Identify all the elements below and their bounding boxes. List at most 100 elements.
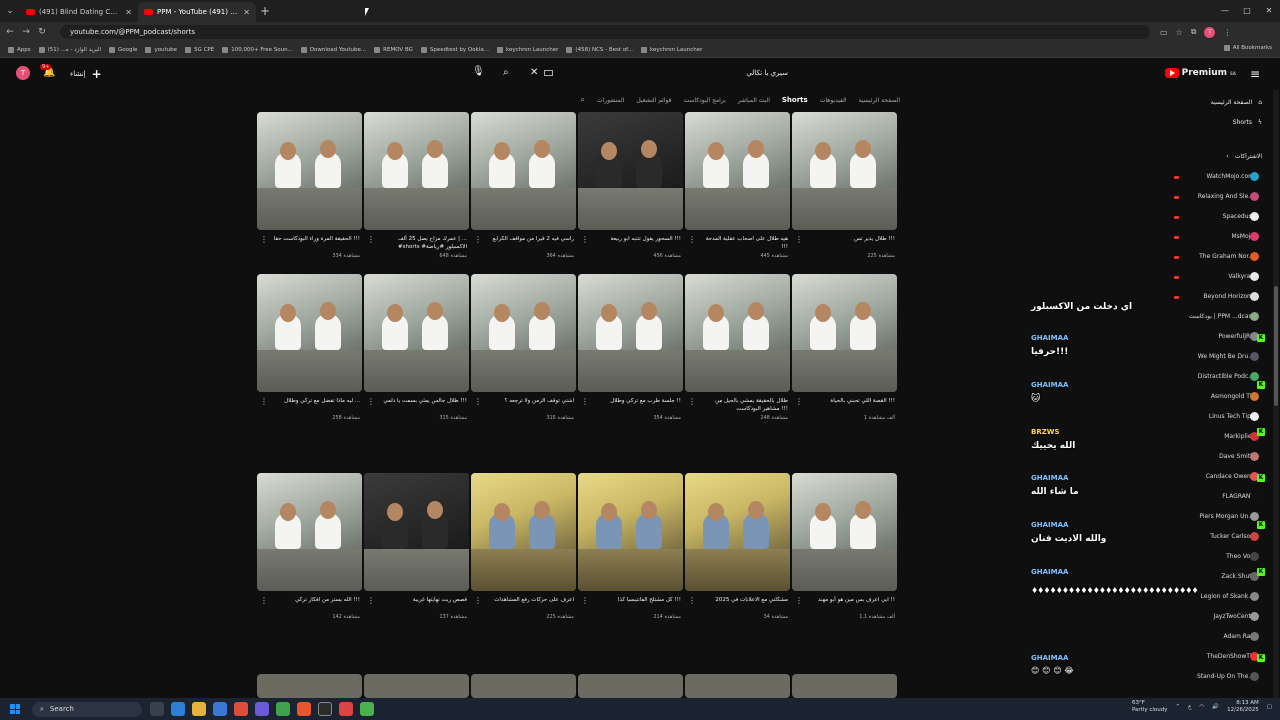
bookmark-item[interactable]: REMOV BG — [374, 46, 413, 53]
tab-posts[interactable]: المنشورات — [597, 97, 624, 104]
short-title[interactable]: راسي فيه 2 قيرا من مواقف الكرابع — [486, 235, 574, 243]
forward-arrow-icon[interactable]: → — [20, 27, 32, 37]
tab-playlists[interactable]: قوائم التشغيل — [636, 97, 671, 104]
extensions-icon[interactable]: ⧉ — [1191, 27, 1197, 37]
short-thumbnail[interactable] — [792, 473, 897, 591]
new-tab-plus-icon[interactable]: + — [256, 4, 274, 18]
short-card[interactable]: ⋮ عمرك مزاح يصل 25 ألف | ... #shorts #الا… — [364, 112, 471, 271]
short-card[interactable]: ⋮ القصة اللي تحبني بالحياة !!! 1 ألف مشاهد… — [792, 274, 899, 433]
short-card[interactable]: ⋮ ابي اعرف بس مين هو أبو مهند !! 1.1 ألف م… — [792, 473, 899, 632]
short-card[interactable]: ⋮ طلال يدير تس !!! 225 مشاهدة — [792, 112, 899, 271]
menu-dots-icon[interactable]: ⋮ — [1223, 28, 1231, 37]
bookmark-item[interactable]: youtube — [145, 46, 177, 53]
more-options-icon[interactable]: ⋮ — [260, 235, 268, 244]
short-title[interactable]: كل مشتلح الفانتيسيا كذا !!! — [593, 596, 681, 604]
short-card[interactable]: ⋮ اشتي توقف الزمن ولا ترجعه ؟ 315 مشاهدة — [471, 274, 578, 433]
page-scrollbar[interactable] — [1273, 90, 1279, 700]
bookmark-item[interactable]: Speedtest by Ookla... — [420, 46, 489, 53]
tab-shorts[interactable]: Shorts — [782, 96, 808, 104]
short-thumbnail[interactable] — [364, 674, 469, 698]
short-thumbnail[interactable] — [685, 112, 790, 230]
app-icon[interactable] — [276, 702, 290, 716]
more-options-icon[interactable]: ⋮ — [581, 596, 589, 605]
short-card[interactable]: ⋮ راسي فيه 2 قيرا من مواقف الكرابع 364 مشا… — [471, 112, 578, 271]
tab-podcasts[interactable]: برامج البودكاست — [684, 97, 726, 104]
volume-icon[interactable]: 🔊 — [1212, 704, 1219, 710]
short-thumbnail[interactable] — [471, 473, 576, 591]
obs-icon[interactable] — [318, 702, 332, 716]
more-options-icon[interactable]: ⋮ — [260, 397, 268, 406]
short-thumbnail[interactable] — [685, 674, 790, 698]
bookmark-item[interactable]: Apps — [8, 46, 31, 53]
weather-widget[interactable]: 63°F Partly cloudy — [1132, 700, 1168, 714]
minimize-icon[interactable]: — — [1214, 0, 1236, 22]
subscription-item[interactable]: The Graham Nor... — [1199, 253, 1254, 260]
more-options-icon[interactable]: ⋮ — [260, 596, 268, 605]
chevron-up-icon[interactable]: ⌃ — [1176, 704, 1181, 710]
language-indicator[interactable]: ع — [1188, 704, 1191, 710]
subscriptions-header[interactable]: ‹ الاشتراكات — [1226, 153, 1262, 160]
more-options-icon[interactable]: ⋮ — [474, 397, 482, 406]
more-options-icon[interactable]: ⋮ — [474, 235, 482, 244]
app-icon[interactable] — [360, 702, 374, 716]
reload-icon[interactable]: ↻ — [36, 27, 48, 37]
short-thumbnail[interactable] — [578, 112, 683, 230]
scrollbar-thumb[interactable] — [1274, 286, 1278, 406]
short-thumbnail[interactable] — [685, 274, 790, 392]
more-options-icon[interactable]: ⋮ — [795, 596, 803, 605]
short-title[interactable]: طلال بالحقيقة يمشي بالحيل من مشاهير البو… — [700, 397, 788, 413]
store-icon[interactable] — [213, 702, 227, 716]
close-tab-icon[interactable]: ✕ — [125, 8, 132, 17]
short-thumbnail[interactable] — [364, 473, 469, 591]
short-title[interactable]: اشتي توقف الزمن ولا ترجعه ؟ — [486, 397, 574, 405]
short-title[interactable]: اعرف على حركات رفع المشاهدات — [486, 596, 574, 604]
subscription-item[interactable]: Relaxing And Sle... — [1198, 193, 1254, 200]
more-options-icon[interactable]: ⋮ — [688, 596, 696, 605]
short-card[interactable]: ⋮ مشكلتي مع الاعلانات في 2025 34 مشاهدة — [685, 473, 792, 632]
more-options-icon[interactable]: ⋮ — [795, 397, 803, 406]
profile-avatar[interactable]: T — [1204, 26, 1216, 38]
bookmark-item[interactable]: keychron Launcher — [496, 46, 558, 53]
short-thumbnail[interactable] — [257, 274, 362, 392]
short-title[interactable]: جلسة طرب مع تركي وطلال !! — [593, 397, 681, 405]
short-card[interactable]: ⋮ ليه ماذا تفضل مع تركي وطلال ... 258 مشاه… — [257, 274, 364, 433]
browser-tab-1[interactable]: (491) Blind Dating Comedian v ✕ — [20, 2, 138, 22]
short-title[interactable]: هيه طلال على اصحاب عقلية المدحة !!! — [700, 235, 788, 251]
short-thumbnail[interactable] — [578, 674, 683, 698]
taskbar-search[interactable]: ⌕ Search — [32, 701, 142, 717]
sidebar-item-shorts[interactable]: Shorts ϟ — [1233, 119, 1262, 126]
cast-icon[interactable]: ▭ — [1160, 28, 1168, 37]
short-title[interactable]: الحقيقة المرة وراء البودكاست حقا !!! — [272, 235, 360, 243]
more-options-icon[interactable]: ⋮ — [581, 235, 589, 244]
short-thumbnail[interactable] — [364, 274, 469, 392]
more-options-icon[interactable]: ⋮ — [688, 235, 696, 244]
short-thumbnail[interactable] — [792, 112, 897, 230]
channel-search-icon[interactable]: ⌕ — [580, 95, 584, 105]
short-card[interactable]: ⋮ كل مشتلح الفانتيسيا كذا !!! 214 مشاهدة — [578, 473, 685, 632]
short-thumbnail[interactable] — [257, 473, 362, 591]
bookmark-item[interactable]: (458) NCS - Best of... — [566, 46, 633, 53]
edge-icon[interactable] — [171, 702, 185, 716]
short-title[interactable]: الله يستر من افكار تركي !!! — [272, 596, 360, 604]
tab-home[interactable]: الصفحة الرئيسية — [859, 97, 900, 104]
short-card[interactable]: ⋮ جلسة طرب مع تركي وطلال !! 354 مشاهدة — [578, 274, 685, 433]
bookmark-item[interactable]: Download Youtube... — [300, 46, 366, 53]
short-thumbnail[interactable] — [471, 112, 576, 230]
youtube-premium-logo[interactable]: Premium SA — [1164, 68, 1236, 78]
sidebar-item-home[interactable]: الصفحة الرئيسية ⌂ — [1211, 99, 1262, 106]
short-card[interactable]: ⋮ طلال جالس يمثي بسمت يا دلمي !!! 315 مشاه… — [364, 274, 471, 433]
tab-videos[interactable]: الفيديوهات — [820, 97, 847, 104]
short-thumbnail[interactable] — [257, 674, 362, 698]
short-card[interactable]: ⋮ طلال بالحقيقة يمشي بالحيل من مشاهير الب… — [685, 274, 792, 433]
more-options-icon[interactable]: ⋮ — [367, 397, 375, 406]
bookmark-item[interactable]: البريد الوارد - ه... (51) — [38, 46, 101, 53]
short-title[interactable]: مشكلتي مع الاعلانات في 2025 — [700, 596, 788, 604]
notification-icon[interactable]: ▢ — [1267, 704, 1272, 710]
subscription-item[interactable]: WatchMojo.com — [1207, 173, 1254, 180]
short-card[interactable]: ⋮ الله يستر من افكار تركي !!! 142 مشاهدة — [257, 473, 364, 632]
clear-search-icon[interactable]: ✕ — [530, 67, 538, 78]
bookmark-star-icon[interactable]: ☆ — [1176, 28, 1183, 37]
short-thumbnail[interactable] — [685, 473, 790, 591]
short-title[interactable]: السحور يقول تنتبه ابو ربيعة !!! — [593, 235, 681, 243]
user-avatar[interactable]: T — [16, 66, 30, 80]
